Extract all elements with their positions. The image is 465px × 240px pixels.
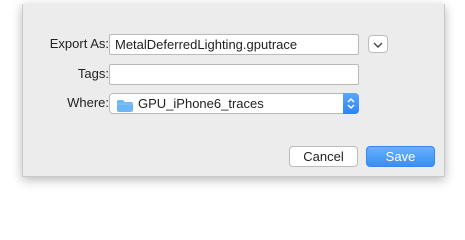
expand-button[interactable] [368,35,388,53]
tags-label: Tags: [77,66,109,81]
save-button[interactable]: Save [366,146,435,167]
up-down-chevron-icon [343,93,359,114]
chevron-down-icon [373,35,383,53]
export-as-label: Export As: [49,36,109,51]
tags-field[interactable] [109,64,359,85]
save-dialog: Export As: MetalDeferredLighting.gputrac… [22,4,445,177]
where-value: GPU_iPhone6_traces [138,96,264,111]
export-as-field[interactable]: MetalDeferredLighting.gputrace [109,34,359,55]
where-popup[interactable]: GPU_iPhone6_traces [109,93,359,114]
cancel-button[interactable]: Cancel [289,146,358,167]
where-label: Where: [67,95,109,110]
folder-icon [117,98,133,112]
